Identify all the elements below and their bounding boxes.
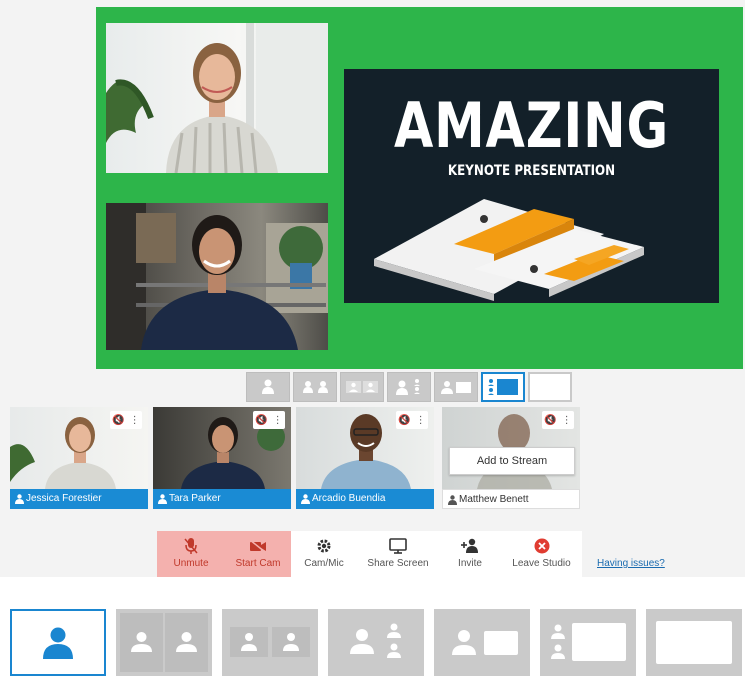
- person-icon: [158, 494, 167, 504]
- person-wide-icon: [441, 381, 471, 394]
- participant-controls[interactable]: 🔇 ⋮: [253, 411, 285, 429]
- woman-blonde-video: [106, 23, 328, 173]
- invite-label: Invite: [458, 558, 482, 569]
- stack-wide-icon: [488, 379, 518, 395]
- participant-name: Jessica Forestier: [26, 493, 102, 504]
- add-to-stream-button[interactable]: Add to Stream: [449, 447, 575, 475]
- person-stack-icon: [350, 623, 401, 658]
- unmute-label: Unmute: [173, 558, 209, 569]
- layout-stack-button[interactable]: [387, 372, 431, 402]
- more-icon[interactable]: ⋮: [130, 415, 140, 426]
- cam-mic-button[interactable]: Cam/Mic: [291, 531, 357, 577]
- share-screen-button[interactable]: Share Screen: [357, 531, 439, 577]
- participant-tile[interactable]: 🔇 ⋮ Arcadio Buendia: [296, 407, 434, 509]
- person-icon: [43, 627, 73, 659]
- layout-inset-button[interactable]: [340, 372, 384, 402]
- leave-studio-label: Leave Studio: [512, 558, 571, 569]
- person-split-icon: [120, 613, 208, 672]
- participant-name: Matthew Benett: [459, 494, 529, 505]
- presentation-slide: AMAZING KEYNOTE PRESENTATION: [344, 69, 719, 303]
- person-icon: [302, 381, 313, 393]
- cam-off-icon: [249, 539, 266, 553]
- layout-stack-wide-button[interactable]: [540, 609, 636, 676]
- person-wide-icon: [452, 630, 518, 655]
- share-screen-label: Share Screen: [367, 558, 429, 569]
- participant-controls[interactable]: 🔇 ⋮: [110, 411, 142, 429]
- layout-stack-wide-button[interactable]: [481, 372, 525, 402]
- mic-off-icon[interactable]: 🔇: [544, 415, 556, 426]
- person-icon: [262, 379, 274, 394]
- layout-wide-button[interactable]: [434, 609, 530, 676]
- monitor-icon: [389, 538, 407, 554]
- participant-tile[interactable]: 🔇 ⋮ Tara Parker: [153, 407, 291, 509]
- layout-inset-button[interactable]: [222, 609, 318, 676]
- studio-toolbar: Unmute Start Cam Cam/Mic Share Screen In…: [157, 531, 582, 577]
- participant-controls[interactable]: 🔇 ⋮: [542, 411, 574, 429]
- slide-illustration: [374, 199, 644, 301]
- stack-wide-icon: [551, 623, 626, 661]
- close-circle-icon: [534, 538, 549, 554]
- participant-name-bar: Matthew Benett: [442, 489, 580, 509]
- mic-off-icon: [184, 538, 198, 554]
- mic-off-icon[interactable]: 🔇: [112, 415, 124, 426]
- participant-name-bar: Arcadio Buendia: [296, 489, 434, 509]
- add-person-icon: [461, 538, 478, 553]
- gear-icon: [317, 539, 331, 553]
- participant-name-bar: Tara Parker: [153, 489, 291, 509]
- layout-solo-button[interactable]: [246, 372, 290, 402]
- stage-camera-2: [106, 203, 328, 350]
- person-icon: [448, 495, 457, 505]
- mic-off-icon[interactable]: 🔇: [398, 415, 410, 426]
- layout-blank-button[interactable]: [528, 372, 572, 402]
- mic-off-icon[interactable]: 🔇: [255, 415, 267, 426]
- layout-solo-button[interactable]: [10, 609, 106, 676]
- unmute-button[interactable]: Unmute: [157, 531, 225, 577]
- layout-split-button[interactable]: [116, 609, 212, 676]
- participant-tile-offstream[interactable]: 🔇 ⋮ Add to Stream Matthew Benett: [442, 407, 580, 509]
- having-issues-link[interactable]: Having issues?: [597, 558, 665, 569]
- start-cam-label: Start Cam: [235, 558, 281, 569]
- person-icon: [15, 494, 24, 504]
- participant-name: Arcadio Buendia: [312, 493, 386, 504]
- more-icon[interactable]: ⋮: [273, 415, 283, 426]
- more-icon[interactable]: ⋮: [416, 415, 426, 426]
- more-icon[interactable]: ⋮: [562, 415, 572, 426]
- layout-wide-button[interactable]: [434, 372, 478, 402]
- person-icon: [301, 494, 310, 504]
- stage-camera-1: [106, 23, 328, 173]
- participant-name-bar: Jessica Forestier: [10, 489, 148, 509]
- start-cam-button[interactable]: Start Cam: [225, 531, 291, 577]
- studio-page: AMAZING KEYNOTE PRESENTATION 🔇 ⋮ Jessica…: [0, 0, 745, 679]
- woman-dark-hair-video: [106, 203, 328, 350]
- person-icon: [317, 381, 328, 393]
- layout-blank-button[interactable]: [646, 609, 742, 676]
- blank-layout-icon: [656, 621, 732, 664]
- stream-stage: AMAZING KEYNOTE PRESENTATION: [96, 7, 743, 369]
- layout-split-button[interactable]: [293, 372, 337, 402]
- invite-button[interactable]: Invite: [439, 531, 501, 577]
- leave-studio-button[interactable]: Leave Studio: [501, 531, 582, 577]
- layout-selector-small: [246, 372, 572, 402]
- participant-tile[interactable]: 🔇 ⋮ Jessica Forestier: [10, 407, 148, 509]
- person-pair-icon: [230, 627, 310, 657]
- participant-name: Tara Parker: [169, 493, 221, 504]
- layout-stack-button[interactable]: [328, 609, 424, 676]
- participant-controls[interactable]: 🔇 ⋮: [396, 411, 428, 429]
- person-stack-icon: [396, 379, 420, 395]
- person-pair-icon: [346, 381, 378, 393]
- cam-mic-label: Cam/Mic: [304, 558, 344, 569]
